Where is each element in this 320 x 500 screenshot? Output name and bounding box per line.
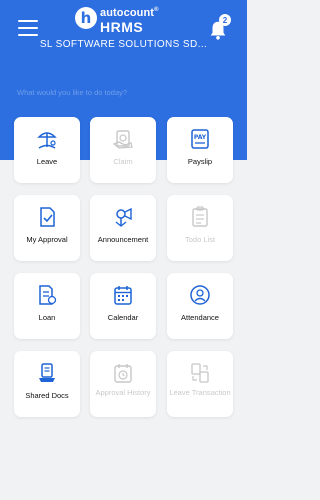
logo-registered-mark: ® — [154, 7, 159, 13]
todo-list-icon — [192, 206, 208, 227]
app-logo: h autocount® HRMS — [75, 5, 175, 39]
tile-my-approval[interactable]: My Approval — [14, 195, 80, 261]
leave-transaction-icon — [191, 363, 209, 383]
feature-grid: Leave Claim PAY Payslip My Approval Anno… — [14, 117, 233, 417]
tile-todo-list[interactable]: Todo List — [167, 195, 233, 261]
tile-shared-docs[interactable]: Shared Docs — [14, 351, 80, 417]
logo-mark: h — [75, 7, 97, 29]
tile-attendance[interactable]: Attendance — [167, 273, 233, 339]
payslip-icon: PAY — [191, 129, 209, 149]
tile-label: Approval History — [95, 388, 151, 397]
loan-icon — [39, 285, 57, 305]
hamburger-menu-icon[interactable] — [18, 20, 38, 36]
tile-label: Attendance — [181, 313, 219, 322]
svg-text:PAY: PAY — [194, 134, 207, 141]
tile-label: Announcement — [97, 235, 149, 244]
logo-product-text: HRMS — [100, 19, 144, 35]
attendance-icon — [190, 285, 210, 305]
claim-icon — [112, 130, 133, 149]
calendar-icon — [114, 286, 132, 305]
tile-leave[interactable]: Leave — [14, 117, 80, 183]
company-name[interactable]: SL SOFTWARE SOLUTIONS SD... — [0, 39, 247, 50]
announcement-icon — [115, 207, 132, 227]
approval-history-icon — [114, 364, 132, 383]
tile-leave-transaction[interactable]: Leave Transaction — [167, 351, 233, 417]
tile-label: Shared Docs — [25, 391, 69, 400]
tile-claim[interactable]: Claim — [90, 117, 156, 183]
tile-label: My Approval — [26, 235, 68, 244]
tile-approval-history[interactable]: Approval History — [90, 351, 156, 417]
notification-badge: 2 — [219, 14, 231, 26]
shared-docs-icon — [39, 363, 55, 382]
leave-icon — [37, 132, 57, 149]
tile-label: Leave Transaction — [169, 388, 231, 397]
logo-brand-text: autocount — [100, 7, 155, 19]
tile-label: Loan — [38, 313, 56, 322]
tile-announcement[interactable]: Announcement — [90, 195, 156, 261]
tile-label: Payslip — [187, 157, 213, 166]
approval-icon — [40, 207, 55, 227]
tile-loan[interactable]: Loan — [14, 273, 80, 339]
prompt-text: What would you like to do today? — [17, 88, 128, 97]
tile-label: Todo List — [184, 235, 216, 244]
tile-label: Leave — [36, 157, 58, 166]
tile-label: Claim — [113, 157, 133, 166]
tile-payslip[interactable]: PAY Payslip — [167, 117, 233, 183]
tile-calendar[interactable]: Calendar — [90, 273, 156, 339]
tile-label: Calendar — [107, 313, 139, 322]
